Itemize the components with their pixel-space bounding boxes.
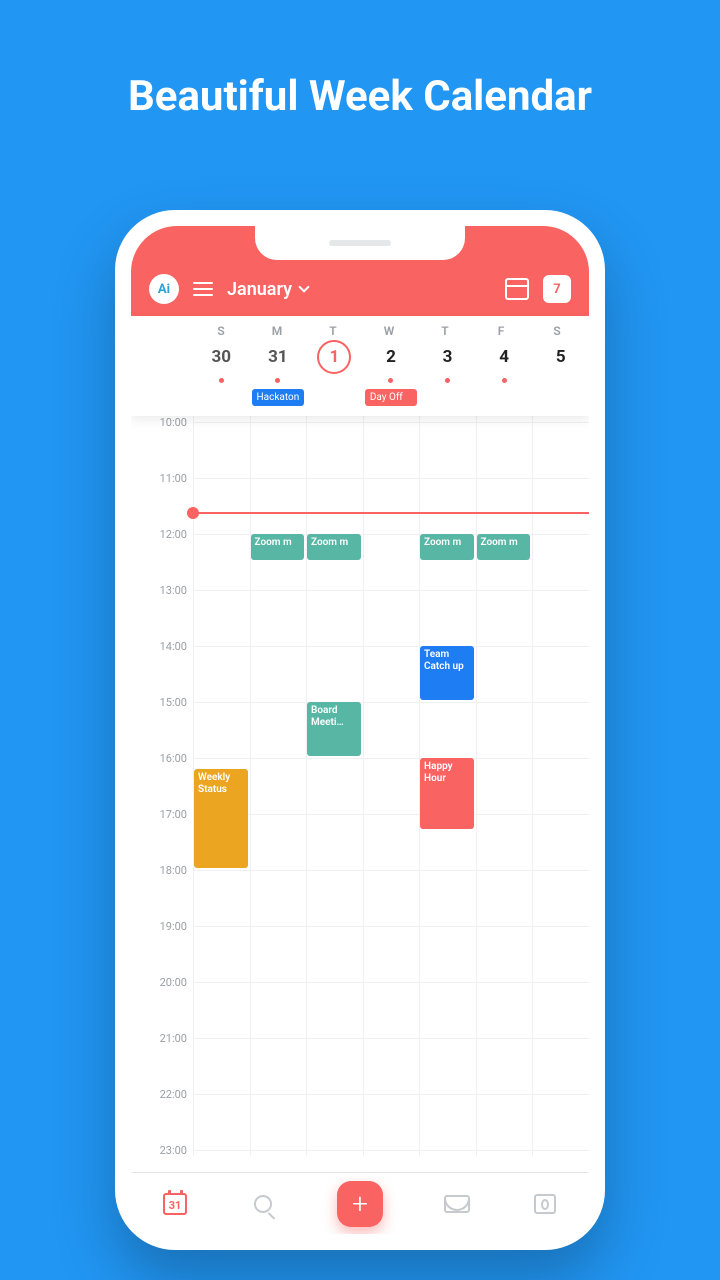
month-picker[interactable]: January xyxy=(227,279,308,300)
calendar-event[interactable]: Team Catch up xyxy=(420,646,474,700)
date-number: 30 xyxy=(204,340,238,374)
app-logo-icon[interactable]: Ai xyxy=(149,274,179,304)
day-of-week-label: M xyxy=(249,324,305,338)
date-number: 2 xyxy=(374,340,408,374)
week-grid[interactable]: 10:00 11:00 12:00 13:00 14:00 15:00 16:00 17:00… xyxy=(131,416,589,1156)
calendar-view-icon[interactable] xyxy=(505,278,529,300)
date-cell[interactable]: 30 xyxy=(193,340,250,383)
hour-label: 10:00 xyxy=(131,416,187,429)
date-cell[interactable]: 3 xyxy=(419,340,476,383)
event-dot-icon xyxy=(445,378,450,383)
hour-label: 13:00 xyxy=(131,584,187,597)
current-time-dot-icon xyxy=(187,507,199,519)
date-number: 3 xyxy=(431,340,465,374)
hour-label: 16:00 xyxy=(131,752,187,765)
hero-title: Beautiful Week Calendar xyxy=(0,0,720,121)
day-of-week-label: T xyxy=(305,324,361,338)
phone-frame: Ai January 7 SMTWTFS 303112345 HackatonD… xyxy=(115,210,605,1250)
calendar-event[interactable]: Zoom m xyxy=(251,534,305,560)
add-event-button[interactable]: + xyxy=(337,1181,383,1227)
chevron-down-icon xyxy=(298,281,309,292)
event-dot-icon xyxy=(219,378,224,383)
calendar-event[interactable]: Zoom m xyxy=(307,534,361,560)
hour-label: 18:00 xyxy=(131,864,187,877)
hour-label: 14:00 xyxy=(131,640,187,653)
hour-label: 15:00 xyxy=(131,696,187,709)
today-button[interactable]: 7 xyxy=(543,275,571,303)
week-header: SMTWTFS 303112345 HackatonDay Off xyxy=(131,316,589,416)
tab-bar: 31 + xyxy=(131,1172,589,1234)
calendar-event[interactable]: Board Meeti… xyxy=(307,702,361,756)
event-dot-icon xyxy=(275,378,280,383)
hour-label: 17:00 xyxy=(131,808,187,821)
tab-inbox-icon[interactable] xyxy=(443,1190,471,1218)
calendar-event[interactable]: Zoom m xyxy=(420,534,474,560)
event-dot-icon xyxy=(502,378,507,383)
tab-search-icon[interactable] xyxy=(249,1190,277,1218)
hour-label: 11:00 xyxy=(131,472,187,485)
date-cell[interactable]: 5 xyxy=(532,340,589,383)
tab-calendar-icon[interactable]: 31 xyxy=(161,1190,189,1218)
allday-event[interactable]: Day Off xyxy=(365,389,418,406)
allday-event[interactable]: Hackaton xyxy=(252,389,305,406)
hour-label: 12:00 xyxy=(131,528,187,541)
app-screen: Ai January 7 SMTWTFS 303112345 HackatonD… xyxy=(131,226,589,1234)
date-cell[interactable]: 31 xyxy=(250,340,307,383)
calendar-event[interactable]: Happy Hour xyxy=(420,758,474,829)
date-number: 5 xyxy=(544,340,578,374)
month-label: January xyxy=(227,279,292,300)
hour-label: 21:00 xyxy=(131,1032,187,1045)
date-number: 31 xyxy=(261,340,295,374)
hour-label: 19:00 xyxy=(131,920,187,933)
day-of-week-label: W xyxy=(361,324,417,338)
hour-label: 23:00 xyxy=(131,1144,187,1156)
date-cell[interactable]: 2 xyxy=(363,340,420,383)
calendar-event[interactable]: Weekly Status xyxy=(194,769,248,868)
date-number: 1 xyxy=(317,340,351,374)
day-of-week-label: T xyxy=(417,324,473,338)
notch-icon xyxy=(255,226,465,260)
hour-label: 22:00 xyxy=(131,1088,187,1101)
current-time-indicator xyxy=(193,512,589,514)
hour-label: 20:00 xyxy=(131,976,187,989)
day-of-week-label: S xyxy=(529,324,585,338)
day-of-week-label: F xyxy=(473,324,529,338)
menu-icon[interactable] xyxy=(193,282,213,296)
date-cell[interactable]: 4 xyxy=(476,340,533,383)
calendar-event[interactable]: Zoom m xyxy=(477,534,531,560)
date-cell[interactable]: 1 xyxy=(306,340,363,383)
day-of-week-label: S xyxy=(193,324,249,338)
date-number: 4 xyxy=(487,340,521,374)
event-dot-icon xyxy=(388,378,393,383)
tab-reminders-icon[interactable] xyxy=(531,1190,559,1218)
